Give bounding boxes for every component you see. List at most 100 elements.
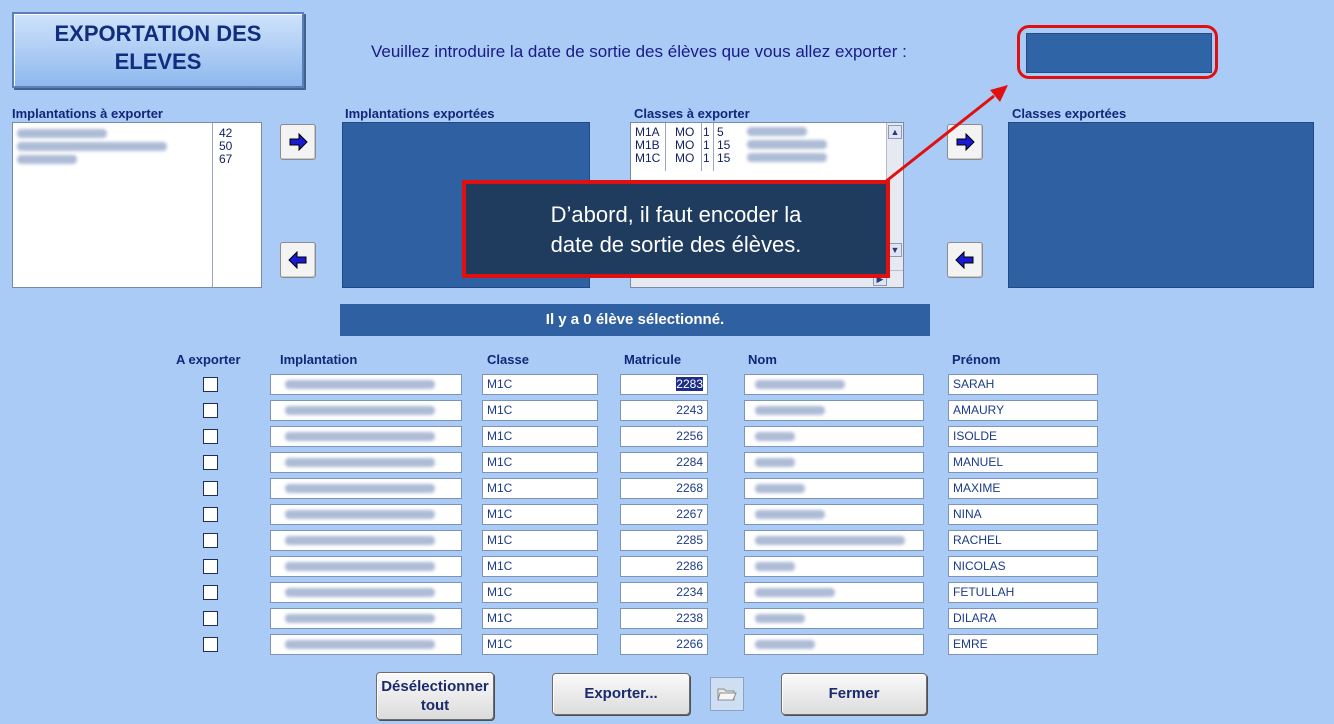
export-checkbox[interactable] <box>203 377 218 392</box>
matricule-cell[interactable]: 2283 <box>620 374 708 395</box>
blurred-name <box>285 510 435 520</box>
implantation-cell[interactable] <box>270 400 462 421</box>
folder-icon <box>717 688 737 701</box>
classe-cell[interactable]: M1C <box>482 478 598 499</box>
export-checkbox[interactable] <box>203 403 218 418</box>
classe-cell[interactable]: M1C <box>482 400 598 421</box>
header-a-exporter: A exporter <box>176 352 241 367</box>
prenom-cell[interactable]: MAXIME <box>948 478 1098 499</box>
export-checkbox[interactable] <box>203 481 218 496</box>
nom-cell[interactable] <box>744 504 924 525</box>
nom-cell[interactable] <box>744 556 924 577</box>
open-folder-button[interactable] <box>710 677 744 711</box>
implantation-cell[interactable] <box>270 556 462 577</box>
matricule-cell[interactable]: 2234 <box>620 582 708 603</box>
matricule-value: 2285 <box>676 533 703 547</box>
implantation-cell[interactable] <box>270 504 462 525</box>
prenom-cell[interactable]: RACHEL <box>948 530 1098 551</box>
prenom-cell[interactable]: DILARA <box>948 608 1098 629</box>
export-checkbox[interactable] <box>203 429 218 444</box>
prenom-cell[interactable]: AMAURY <box>948 400 1098 421</box>
nom-cell[interactable] <box>744 374 924 395</box>
nom-cell[interactable] <box>744 452 924 473</box>
prenom-cell[interactable]: SARAH <box>948 374 1098 395</box>
nom-cell[interactable] <box>744 400 924 421</box>
close-button[interactable]: Fermer <box>781 673 927 715</box>
callout-line1: D’abord, il faut encoder la <box>550 202 802 227</box>
matricule-cell[interactable]: 2267 <box>620 504 708 525</box>
deselect-all-button[interactable]: Désélectionner tout <box>376 672 494 720</box>
export-checkbox[interactable] <box>203 533 218 548</box>
export-button[interactable]: Exporter... <box>552 673 690 715</box>
prenom-cell[interactable]: MANUEL <box>948 452 1098 473</box>
implantation-cell[interactable] <box>270 426 462 447</box>
matricule-cell[interactable]: 2268 <box>620 478 708 499</box>
nom-cell[interactable] <box>744 582 924 603</box>
deselect-label-line2: tout <box>420 697 450 714</box>
callout-line2: date de sortie des élèves. <box>550 232 802 257</box>
prenom-cell[interactable]: ISOLDE <box>948 426 1098 447</box>
export-checkbox[interactable] <box>203 507 218 522</box>
export-checkbox[interactable] <box>203 611 218 626</box>
implantation-cell[interactable] <box>270 608 462 629</box>
implantation-cell[interactable] <box>270 452 462 473</box>
implantation-cell[interactable] <box>270 530 462 551</box>
matricule-cell[interactable]: 2284 <box>620 452 708 473</box>
matricule-cell[interactable]: 2266 <box>620 634 708 655</box>
nom-cell[interactable] <box>744 478 924 499</box>
classe-cell[interactable]: M1C <box>482 608 598 629</box>
header-classe: Classe <box>487 352 529 367</box>
export-checkbox[interactable] <box>203 585 218 600</box>
blurred-name <box>285 536 435 546</box>
classe-cell[interactable]: M1C <box>482 556 598 577</box>
matricule-value: 2268 <box>676 481 703 495</box>
blurred-name <box>285 614 435 624</box>
implantation-cell[interactable] <box>270 374 462 395</box>
nom-cell[interactable] <box>744 426 924 447</box>
implantation-cell[interactable] <box>270 478 462 499</box>
blurred-name <box>755 380 845 390</box>
deselect-label-line1: Désélectionner <box>381 678 489 695</box>
matricule-value: 2234 <box>676 585 703 599</box>
matricule-cell[interactable]: 2286 <box>620 556 708 577</box>
blurred-name <box>755 484 805 494</box>
classe-cell[interactable]: M1C <box>482 426 598 447</box>
matricule-cell[interactable]: 2256 <box>620 426 708 447</box>
export-checkbox[interactable] <box>203 455 218 470</box>
matricule-value: 2283 <box>676 377 703 391</box>
implantation-cell[interactable] <box>270 634 462 655</box>
header-implantation: Implantation <box>280 352 358 367</box>
callout-box: D’abord, il faut encoder la date de sort… <box>462 180 890 278</box>
matricule-cell[interactable]: 2243 <box>620 400 708 421</box>
export-checkbox[interactable] <box>203 637 218 652</box>
blurred-name <box>755 614 805 624</box>
export-checkbox[interactable] <box>203 559 218 574</box>
classe-cell[interactable]: M1C <box>482 374 598 395</box>
header-matricule: Matricule <box>624 352 682 367</box>
matricule-value: 2238 <box>676 611 703 625</box>
prenom-cell[interactable]: FETULLAH <box>948 582 1098 603</box>
classe-cell[interactable]: M1C <box>482 530 598 551</box>
matricule-cell[interactable]: 2238 <box>620 608 708 629</box>
blurred-name <box>285 458 435 468</box>
classe-cell[interactable]: M1C <box>482 504 598 525</box>
prenom-cell[interactable]: NICOLAS <box>948 556 1098 577</box>
matricule-value: 2267 <box>676 507 703 521</box>
selection-status: Il y a 0 élève sélectionné. <box>340 304 930 336</box>
nom-cell[interactable] <box>744 608 924 629</box>
nom-cell[interactable] <box>744 530 924 551</box>
prenom-cell[interactable]: EMRE <box>948 634 1098 655</box>
nom-cell[interactable] <box>744 634 924 655</box>
classe-cell[interactable]: M1C <box>482 452 598 473</box>
classe-cell[interactable]: M1C <box>482 634 598 655</box>
matricule-value: 2266 <box>676 637 703 651</box>
header-prenom: Prénom <box>952 352 1001 367</box>
blurred-name <box>755 458 795 468</box>
blurred-name <box>285 406 435 416</box>
prenom-cell[interactable]: NINA <box>948 504 1098 525</box>
matricule-cell[interactable]: 2285 <box>620 530 708 551</box>
blurred-name <box>285 640 435 650</box>
classe-cell[interactable]: M1C <box>482 582 598 603</box>
implantation-cell[interactable] <box>270 582 462 603</box>
blurred-name <box>755 562 795 572</box>
